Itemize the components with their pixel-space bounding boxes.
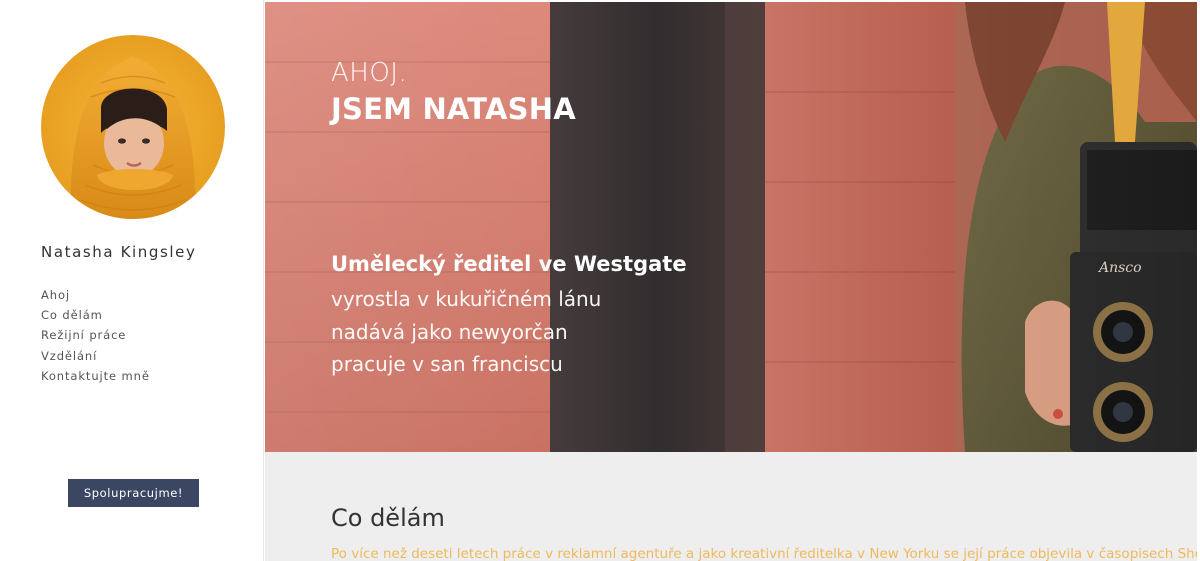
nav-item-rezijni-prace[interactable]: Režijní práce (41, 327, 150, 347)
hero-title: JSEM NATASHA (331, 92, 576, 126)
nav-item-vzdelani[interactable]: Vzdělání (41, 348, 150, 368)
camera-brand-text: Ansco (1097, 260, 1142, 276)
section-title: Co dělám (331, 504, 445, 532)
avatar (41, 35, 225, 219)
hero: Ansco AHOJ. JSEM NATASHA Umělecký ředite… (265, 2, 1197, 452)
sidebar: Natasha Kingsley Ahoj Co dělám Režijní p… (0, 0, 264, 561)
nav-item-kontaktujte-mne[interactable]: Kontaktujte mně (41, 368, 150, 388)
page: Natasha Kingsley Ahoj Co dělám Režijní p… (0, 0, 1200, 561)
person-name: Natasha Kingsley (41, 243, 197, 261)
hero-greeting: AHOJ. (331, 58, 408, 88)
hero-role: Umělecký ředitel ve Westgate (331, 252, 687, 276)
hero-line: vyrostla v kukuřičném lánu (331, 287, 602, 311)
hero-line: pracuje v san franciscu (331, 352, 563, 376)
hero-line: nadává jako newyorčan (331, 320, 568, 344)
section-text: Po více než deseti letech práce v reklam… (331, 546, 1200, 561)
nav-item-ahoj[interactable]: Ahoj (41, 287, 150, 307)
cta-button[interactable]: Spolupracujme! (68, 479, 199, 507)
nav-item-co-delam[interactable]: Co dělám (41, 307, 150, 327)
avatar-image (41, 35, 225, 219)
sidebar-nav: Ahoj Co dělám Režijní práce Vzdělání Kon… (41, 287, 150, 388)
about-section: Co dělám Po více než deseti letech práce… (265, 452, 1200, 561)
